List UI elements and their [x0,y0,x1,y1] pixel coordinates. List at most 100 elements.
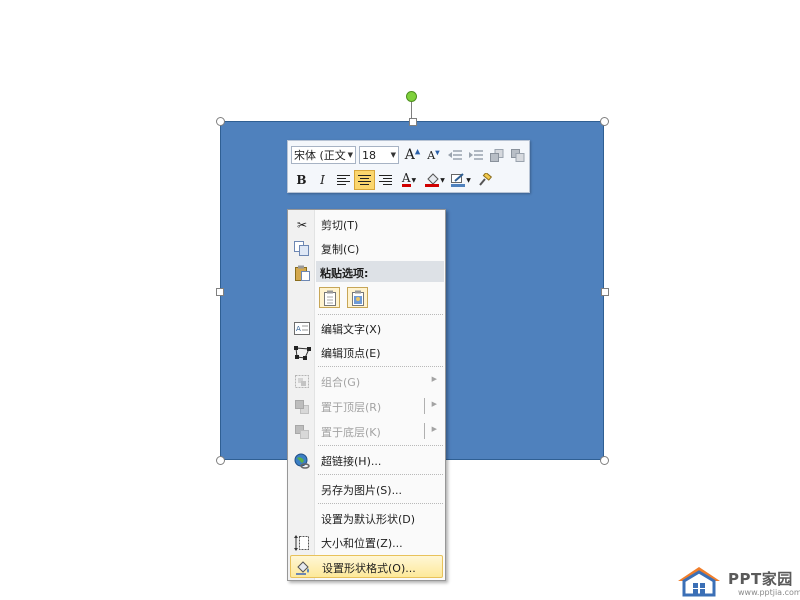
format-shape-icon [294,559,312,576]
bring-forward-icon [489,148,503,162]
menu-item-label: 复制(C) [321,243,360,256]
resize-handle-top-left[interactable] [216,117,225,126]
increase-indent-icon [468,150,483,160]
shrink-font-icon: A▼ [427,148,440,162]
menu-item-label: 剪切(T) [321,219,359,232]
font-color-icon: A [401,171,411,187]
paint-bucket-icon [425,173,440,187]
italic-button[interactable]: I [312,170,333,190]
resize-handle-top[interactable] [409,118,417,126]
paste-document-icon [323,290,336,306]
grow-font-button[interactable]: A▲ [402,145,423,165]
send-backward-icon [510,148,524,162]
send-to-back-icon [293,423,311,440]
menu-item-label: 大小和位置(Z)... [321,537,403,550]
copy-icon [293,240,311,257]
submenu-arrow-icon: ▶ [431,400,437,408]
paste-options-label: 粘贴选项: [320,267,369,280]
size-position-icon [293,534,311,551]
svg-text:A: A [296,325,301,333]
submenu-arrow-icon: ▶ [431,425,437,433]
format-painter-button[interactable] [474,170,495,190]
bring-to-front-icon [293,398,311,415]
resize-handle-bottom-left[interactable] [216,456,225,465]
menu-item-send-to-back[interactable]: 置于底层(K) ▶ [290,420,443,443]
align-center-icon [358,175,371,185]
chevron-down-icon: ▼ [347,151,353,159]
align-right-icon [379,175,392,185]
menu-separator [318,474,443,475]
resize-handle-bottom-right[interactable] [600,456,609,465]
menu-item-label: 设置为默认形状(D) [321,513,416,526]
edit-points-icon [293,344,311,361]
pen-line-icon [451,173,466,187]
menu-item-bring-to-front[interactable]: 置于顶层(R) ▶ [290,395,443,418]
menu-separator [318,445,443,446]
menu-separator [318,503,443,504]
menu-item-hyperlink[interactable]: 超链接(H)... [290,449,443,472]
resize-handle-right[interactable] [601,288,609,296]
menu-item-label: 超链接(H)... [321,455,382,468]
menu-separator [318,366,443,367]
align-left-icon [337,175,350,185]
split-divider [424,423,425,439]
paste-keep-formatting-button[interactable] [319,287,340,308]
menu-item-group[interactable]: 组合(G) ▶ [290,370,443,393]
font-size-combo[interactable]: 18 ▼ [359,146,399,164]
menu-item-label: 编辑文字(X) [321,323,382,336]
menu-item-label: 置于底层(K) [321,426,381,439]
rotate-handle[interactable] [406,91,417,102]
decrease-indent-button[interactable] [444,145,465,165]
format-painter-icon [478,173,492,186]
chevron-down-icon: ▼ [466,176,471,184]
italic-label: I [320,173,325,187]
globe-link-icon [293,452,311,469]
menu-item-cut[interactable]: ✂ 剪切(T) [290,213,443,236]
bring-forward-button[interactable] [486,145,507,165]
shrink-font-button[interactable]: A▼ [423,145,444,165]
menu-item-format-shape[interactable]: 设置形状格式(O)... [290,555,443,578]
split-divider [424,398,425,414]
menu-item-label: 编辑顶点(E) [321,347,381,360]
send-backward-button[interactable] [507,145,528,165]
menu-item-edit-text[interactable]: A 编辑文字(X) [290,317,443,340]
logo-name: PPT家园 [728,570,793,588]
house-logo-icon [678,567,720,597]
paste-as-picture-button[interactable] [347,287,368,308]
mini-toolbar: 宋体 (正文 ▼ 18 ▼ A▲ A▼ B I A ▼ ▼ ▼ [287,140,530,193]
font-color-button[interactable]: A ▼ [396,170,422,190]
grow-font-icon: A▲ [404,147,421,163]
bold-button[interactable]: B [291,170,312,190]
menu-item-set-default-shape[interactable]: 设置为默认形状(D) [290,507,443,530]
chevron-down-icon: ▼ [440,176,445,184]
font-size-value: 18 [362,148,376,162]
scissors-icon: ✂ [296,217,308,232]
line-color-button[interactable]: ▼ [448,170,474,190]
paste-options-header: 粘贴选项: [316,261,444,282]
fill-color-button[interactable]: ▼ [422,170,448,190]
paste-picture-icon [351,290,364,306]
menu-item-label: 组合(G) [321,376,361,389]
bold-label: B [296,173,307,187]
text-box-icon: A [293,320,311,337]
watermark-logo: PPT家园 www.pptjia.com [673,563,800,600]
menu-item-label: 另存为图片(S)... [321,484,403,497]
align-right-button[interactable] [375,170,396,190]
align-left-button[interactable] [333,170,354,190]
decrease-indent-icon [447,150,462,160]
resize-handle-left[interactable] [216,288,224,296]
font-name-value: 宋体 (正文 [294,149,346,162]
menu-item-label: 设置形状格式(O)... [322,562,416,575]
increase-indent-button[interactable] [465,145,486,165]
menu-separator [318,314,443,315]
chevron-down-icon: ▼ [411,176,417,184]
font-name-combo[interactable]: 宋体 (正文 ▼ [291,146,356,164]
menu-item-label: 置于顶层(R) [321,401,382,414]
menu-item-size-position[interactable]: 大小和位置(Z)... [290,531,443,554]
menu-item-edit-points[interactable]: 编辑顶点(E) [290,341,443,364]
resize-handle-top-right[interactable] [600,117,609,126]
logo-url: www.pptjia.com [738,588,800,597]
align-center-button[interactable] [354,170,375,190]
menu-item-save-as-picture[interactable]: 另存为图片(S)... [290,478,443,501]
menu-item-copy[interactable]: 复制(C) [290,237,443,260]
